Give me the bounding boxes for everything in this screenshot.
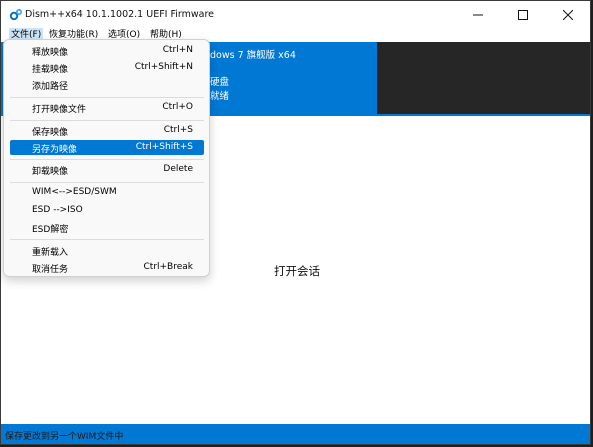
drive-type: 硬盘 [210,77,230,88]
menu-item-label: 保存映像 [32,128,69,138]
os-name: dows 7 旗舰版 x64 [210,50,296,61]
session-status: 就绪 [210,91,230,102]
menu-item-cancel-task[interactable]: 取消任务 Ctrl+Break [10,260,204,275]
menu-item-wim-esd-swm[interactable]: WIM<-->ESD/SWM [10,185,204,200]
menu-item-shortcut: Ctrl+Shift+N [134,62,193,72]
menu-item-reload[interactable]: 重新载入 [10,243,204,258]
menu-item-add-path[interactable]: 添加路径 [10,77,204,92]
menu-item-shortcut: Ctrl+N [162,45,193,55]
menu-item-label: 取消任务 [32,265,69,275]
menu-item-open-image-file[interactable]: 打开映像文件 Ctrl+O [10,100,204,115]
menu-item-shortcut: Ctrl+Shift+S [135,142,193,152]
menu-item-label: 打开映像文件 [32,105,87,115]
close-icon [562,9,573,20]
menu-item-label: 添加路径 [32,82,69,92]
menu-item-label: 卸载映像 [32,167,69,177]
menu-item-unload-image[interactable]: 卸载映像 Delete [10,162,204,177]
menu-separator [10,239,204,240]
menu-item-save-image[interactable]: 保存映像 Ctrl+S [10,123,204,138]
menu-item-mount-image[interactable]: 挂载映像 Ctrl+Shift+N [10,60,204,75]
menu-item-release-image[interactable]: 释放映像 Ctrl+N [10,43,204,58]
maximize-button[interactable] [500,1,545,28]
menu-item-shortcut: Ctrl+O [162,102,193,112]
maximize-icon [517,9,528,20]
menu-item-shortcut: Ctrl+S [163,125,193,135]
menu-item-save-image-as[interactable]: 另存为映像 Ctrl+Shift+S [10,140,204,155]
menu-separator [10,97,204,98]
gears-icon [9,8,23,22]
menu-separator [10,120,204,121]
menu-item-label: WIM<-->ESD/SWM [32,187,117,197]
menu-separator [10,159,204,160]
open-session-text[interactable]: 打开会话 [274,263,320,279]
status-bar: 保存更改到另一个WIM文件中 [1,424,590,444]
menu-item-shortcut: Delete [163,164,193,174]
menu-item-label: 挂载映像 [32,65,69,75]
menu-separator [10,182,204,183]
file-menu-dropdown: 释放映像 Ctrl+N 挂载映像 Ctrl+Shift+N 添加路径 打开映像文… [3,39,210,277]
menu-item-esd-iso[interactable]: ESD -->ISO [10,203,204,218]
header-empty-panel [377,42,590,114]
menu-item-label: ESD解密 [32,225,69,235]
window-title: Dism++x64 10.1.1002.1 UEFI Firmware [25,9,215,20]
title-bar: Dism++x64 10.1.1002.1 UEFI Firmware [1,1,590,28]
status-text: 保存更改到另一个WIM文件中 [5,432,124,442]
menu-item-label: 另存为映像 [32,145,78,155]
menu-item-label: 释放映像 [32,48,69,58]
menu-item-shortcut: Ctrl+Break [143,262,194,272]
menu-item-esd-decrypt[interactable]: ESD解密 [10,220,204,235]
menu-item-label: ESD -->ISO [32,205,83,215]
menu-item-label: 重新载入 [32,248,69,258]
close-button[interactable] [545,1,590,28]
minimize-icon [472,14,483,15]
minimize-button[interactable] [455,1,500,28]
